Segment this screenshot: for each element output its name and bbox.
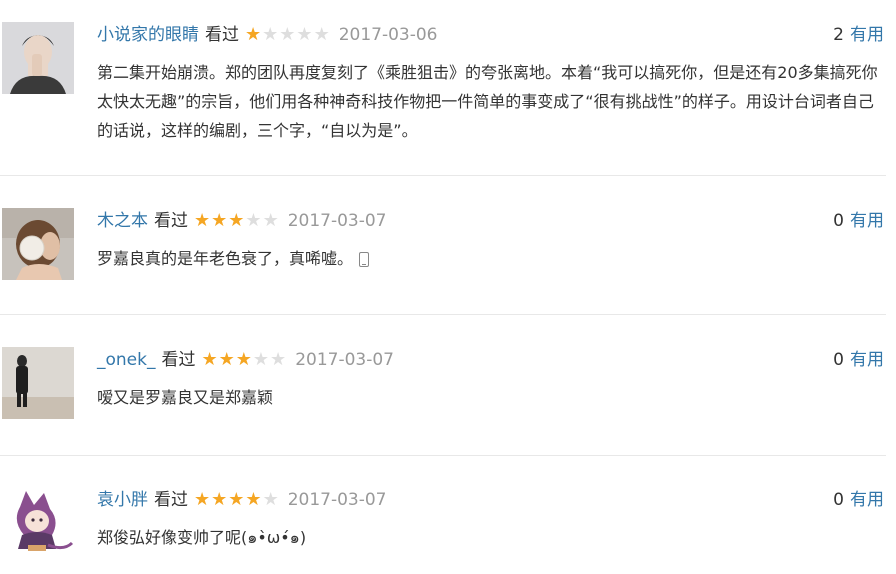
avatar[interactable] xyxy=(2,487,74,559)
rating-stars: ★★★★★ xyxy=(194,485,280,515)
watched-label: 看过 xyxy=(154,211,188,231)
star-icon: ★ xyxy=(262,489,280,510)
author-link[interactable]: 木之本 xyxy=(97,211,148,231)
useful-count: 0 xyxy=(833,211,844,231)
star-icon: ★ xyxy=(235,349,253,370)
review-content: 嗳又是罗嘉良又是郑嘉颖 xyxy=(97,383,887,412)
review-meta: 袁小胖 看过 ★★★★★ 2017-03-07 xyxy=(97,485,387,515)
review-text: 第二集开始崩溃。郑的团队再度复刻了《乘胜狙击》的夸张离地。本着“我可以搞死你，但… xyxy=(97,63,878,140)
review-text: 郑俊弘好像变帅了呢(๑•̀ω•́๑) xyxy=(97,528,307,547)
star-icon: ★ xyxy=(245,489,263,510)
star-icon: ★ xyxy=(201,349,219,370)
author-link[interactable]: 袁小胖 xyxy=(97,490,148,510)
review-text: 罗嘉良真的是年老色衰了，真唏嘘。 xyxy=(97,249,354,268)
review-date: 2017-03-07 xyxy=(287,490,387,510)
review-date: 2017-03-07 xyxy=(287,211,387,231)
star-icon: ★ xyxy=(296,24,314,45)
star-icon: ★ xyxy=(194,210,212,231)
author-link[interactable]: 小说家的眼睛 xyxy=(97,25,199,45)
star-icon: ★ xyxy=(194,489,212,510)
divider xyxy=(0,175,886,176)
useful-count: 0 xyxy=(833,490,844,510)
useful-button[interactable]: 有用 xyxy=(850,211,884,231)
avatar[interactable] xyxy=(2,208,74,280)
review-text: 嗳又是罗嘉良又是郑嘉颖 xyxy=(97,388,274,407)
rating-stars: ★★★★★ xyxy=(194,206,280,236)
useful-vote: 2 有用 xyxy=(833,20,884,50)
rating-stars: ★★★★★ xyxy=(245,20,331,50)
rating-stars: ★★★★★ xyxy=(201,345,287,375)
star-icon: ★ xyxy=(245,210,263,231)
review-date: 2017-03-07 xyxy=(295,350,394,370)
watched-label: 看过 xyxy=(161,350,196,370)
useful-vote: 0 有用 xyxy=(833,206,884,236)
useful-count: 0 xyxy=(833,350,844,370)
star-icon: ★ xyxy=(279,24,297,45)
star-icon: ★ xyxy=(262,24,280,45)
author-link[interactable]: _onek_ xyxy=(97,350,155,370)
review-meta: _onek_ 看过 ★★★★★ 2017-03-07 xyxy=(97,345,394,375)
avatar[interactable] xyxy=(2,347,74,419)
useful-button[interactable]: 有用 xyxy=(850,490,884,510)
divider xyxy=(0,455,886,456)
useful-button[interactable]: 有用 xyxy=(850,350,884,370)
useful-button[interactable]: 有用 xyxy=(850,25,884,45)
star-icon: ★ xyxy=(252,349,271,370)
review-content: 郑俊弘好像变帅了呢(๑•̀ω•́๑) xyxy=(97,523,887,552)
star-icon: ★ xyxy=(228,489,246,510)
review-meta: 小说家的眼睛 看过 ★★★★★ 2017-03-06 xyxy=(97,20,438,50)
watched-label: 看过 xyxy=(205,25,239,45)
phone-icon xyxy=(359,252,370,267)
review-date: 2017-03-06 xyxy=(338,25,438,45)
star-icon: ★ xyxy=(228,210,246,231)
star-icon: ★ xyxy=(245,24,263,45)
star-icon: ★ xyxy=(270,349,288,370)
star-icon: ★ xyxy=(218,349,236,370)
useful-vote: 0 有用 xyxy=(833,485,884,515)
star-icon: ★ xyxy=(313,24,331,45)
watched-label: 看过 xyxy=(154,490,188,510)
review-content: 罗嘉良真的是年老色衰了，真唏嘘。 xyxy=(97,244,887,273)
star-icon: ★ xyxy=(211,489,229,510)
review-meta: 木之本 看过 ★★★★★ 2017-03-07 xyxy=(97,206,387,236)
divider xyxy=(0,314,886,315)
star-icon: ★ xyxy=(211,210,229,231)
useful-vote: 0 有用 xyxy=(833,345,884,375)
avatar[interactable] xyxy=(2,22,74,94)
star-icon: ★ xyxy=(262,210,280,231)
review-content: 第二集开始崩溃。郑的团队再度复刻了《乘胜狙击》的夸张离地。本着“我可以搞死你，但… xyxy=(97,58,887,145)
useful-count: 2 xyxy=(833,25,844,45)
